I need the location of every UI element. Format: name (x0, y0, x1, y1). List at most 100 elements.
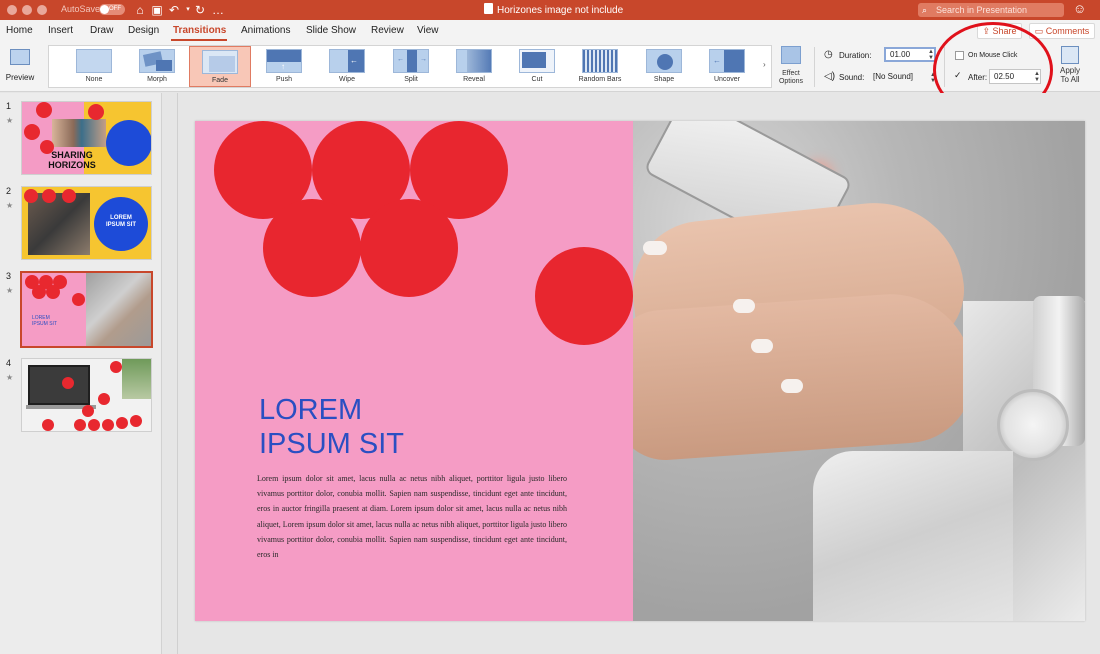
thumb-title-line: IPSUM SIT (105, 222, 136, 228)
thumb-plant (122, 359, 151, 399)
thumb-dot (102, 419, 114, 431)
after-checkbox[interactable]: ✓ (954, 70, 962, 81)
slide-number: 1 (6, 101, 12, 111)
thumb-dot (88, 419, 100, 431)
thumb-title-line: HORIZONS (48, 160, 96, 170)
slide-thumbnail-3[interactable]: LOREM IPSUM SIT (20, 271, 153, 348)
comment-icon: ▭ (1034, 26, 1046, 36)
slide-photo[interactable] (633, 121, 1085, 621)
red-circle-edge[interactable] (535, 247, 633, 345)
title-bar: AutoSave OFF ⌂ ▣ ↶ ▾ ↻ … Horizones image… (0, 0, 1100, 20)
thumb-dot (62, 189, 76, 203)
feedback-smiley-icon[interactable]: ☺ (1073, 1, 1086, 16)
transition-label: Split (404, 76, 418, 83)
more-icon[interactable]: … (211, 2, 225, 18)
redo-icon[interactable]: ↻ (193, 2, 207, 18)
tab-transitions[interactable]: Transitions (173, 25, 226, 36)
tab-home[interactable]: Home (6, 25, 33, 36)
thumb-title: LOREM IPSUM SIT (32, 315, 57, 327)
transition-reveal[interactable]: Reveal (443, 46, 505, 87)
transition-push[interactable]: ↑ Push (253, 46, 315, 87)
sound-value: [No Sound] (873, 72, 914, 81)
sound-select[interactable]: [No Sound] (868, 69, 937, 84)
comments-button[interactable]: ▭ Comments (1029, 23, 1095, 39)
transition-morph[interactable]: Morph (126, 46, 188, 87)
red-circle[interactable] (360, 199, 458, 297)
transition-uncover[interactable]: ← Uncover (696, 46, 758, 87)
slide-thumbnail-2[interactable]: LOREM IPSUM SIT (21, 186, 152, 260)
transition-label: Morph (147, 76, 167, 83)
slide-thumbnail-4[interactable] (21, 358, 152, 432)
current-slide[interactable]: LOREM IPSUM SIT Lorem ipsum dolor sit am… (195, 121, 1085, 621)
undo-icon[interactable]: ↶ (167, 2, 181, 18)
save-icon[interactable]: ▣ (150, 2, 164, 18)
apply-to-all-label-1: Apply (1059, 66, 1080, 75)
apply-to-all-button[interactable]: Apply To All (1050, 46, 1090, 90)
thumb-phone-photo (86, 273, 151, 346)
tab-review[interactable]: Review (371, 25, 404, 36)
document-title-text: Horizones image not include (497, 5, 624, 16)
effect-options-button[interactable]: Effect Options (774, 46, 808, 90)
after-value: 02.50 (994, 72, 1015, 81)
transition-shape[interactable]: Shape (633, 46, 695, 87)
transition-star-icon: ★ (6, 373, 14, 382)
tab-design[interactable]: Design (128, 25, 159, 36)
slide-body-text[interactable]: Lorem ipsum dolor sit amet, lacus nulla … (257, 471, 567, 562)
effect-options-label-2: Options (778, 78, 804, 85)
autosave-toggle[interactable]: OFF (99, 4, 125, 15)
thumb-title: SHARING HORIZONS (42, 150, 102, 170)
on-mouse-click-label: On Mouse Click (968, 52, 1018, 59)
sound-dropdown-icon[interactable]: ▲ ▼ (930, 72, 936, 84)
transition-random-bars-icon (582, 49, 618, 73)
red-circle[interactable] (263, 199, 361, 297)
transition-fade[interactable]: Fade (189, 46, 251, 87)
tab-draw[interactable]: Draw (90, 25, 113, 36)
transition-shape-icon (646, 49, 682, 73)
tab-insert[interactable]: Insert (48, 25, 73, 36)
powerpoint-window: AutoSave OFF ⌂ ▣ ↶ ▾ ↻ … Horizones image… (0, 0, 1100, 654)
slide-headline[interactable]: LOREM IPSUM SIT (259, 393, 404, 461)
thumb-dot (98, 393, 110, 405)
transition-cut[interactable]: Cut (506, 46, 568, 87)
transition-push-icon: ↑ (266, 49, 302, 73)
transition-cut-icon (519, 49, 555, 73)
thumb-title-line: SHARING (51, 150, 93, 160)
preview-button[interactable]: Preview (4, 46, 36, 88)
document-title: Horizones image not include (484, 3, 623, 16)
transition-none[interactable]: None (63, 46, 125, 87)
zoom-window-button[interactable] (37, 5, 47, 15)
headline-line: IPSUM SIT (259, 428, 405, 460)
thumb-dot (110, 361, 122, 373)
thumb-blue-circle (106, 120, 151, 166)
thumb-dot (42, 189, 56, 203)
tab-animations[interactable]: Animations (241, 25, 290, 36)
comments-label: Comments (1045, 26, 1090, 36)
search-input[interactable]: ⌕ Search in Presentation (918, 3, 1064, 17)
duration-stepper-icon[interactable]: ▲ ▼ (928, 49, 934, 61)
transition-random-bars[interactable]: Random Bars (569, 46, 631, 87)
share-button[interactable]: ⇪ Share (977, 23, 1022, 39)
thumb-dot (72, 293, 85, 306)
transition-split[interactable]: ← → Split (380, 46, 442, 87)
slide-thumbnail-1[interactable]: SHARING HORIZONS (21, 101, 152, 175)
tab-slide-show[interactable]: Slide Show (306, 25, 356, 36)
minimize-window-button[interactable] (22, 5, 32, 15)
slide-number: 4 (6, 358, 12, 368)
thumb-dot (62, 377, 74, 389)
after-stepper-icon[interactable]: ▲ ▼ (1034, 71, 1040, 83)
tab-view[interactable]: View (417, 25, 439, 36)
transitions-ribbon: Preview None Morph Fade ↑ Push ← Wipe ← … (0, 42, 1100, 92)
home-icon[interactable]: ⌂ (133, 2, 147, 18)
on-mouse-click-checkbox[interactable] (955, 51, 964, 60)
preview-label: Preview (5, 73, 35, 82)
transition-reveal-icon (456, 49, 492, 73)
thumb-title-line: IPSUM SIT (32, 321, 58, 327)
slide-pink-panel: LOREM IPSUM SIT Lorem ipsum dolor sit am… (195, 121, 633, 621)
transition-wipe[interactable]: ← Wipe (316, 46, 378, 87)
close-window-button[interactable] (7, 5, 17, 15)
ribbon-divider (944, 47, 945, 87)
transition-label: Reveal (463, 76, 485, 83)
photo-nail (751, 339, 773, 353)
thumb-dot (116, 417, 128, 429)
gallery-scroll-right-icon[interactable]: › (763, 60, 766, 69)
